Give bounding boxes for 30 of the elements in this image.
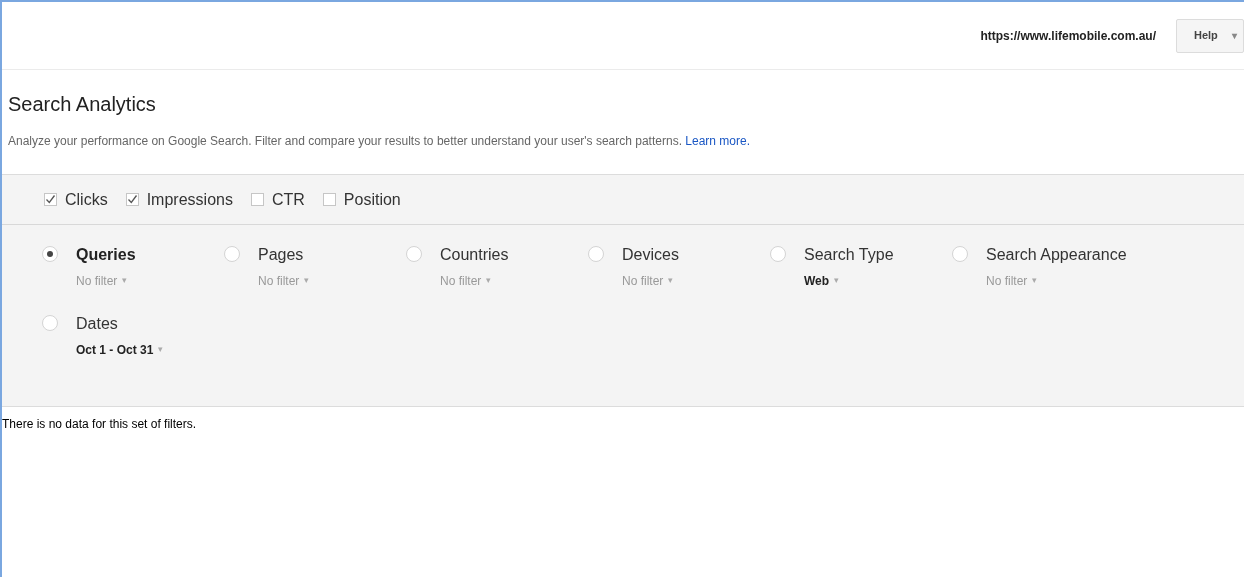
empty-message: There is no data for this set of filters. [2,416,198,433]
grouping-label[interactable]: Pages [258,243,310,267]
site-url: https://www.lifemobile.com.au/ [980,27,1156,45]
radio-button[interactable] [770,246,786,262]
checkbox[interactable] [322,193,336,206]
radio-button[interactable] [406,246,422,262]
radio-button[interactable] [42,246,58,262]
help-button[interactable]: Help ▾ [1176,18,1244,53]
checkbox-label[interactable]: Position [343,187,401,212]
checkbox[interactable] [44,193,57,206]
radio-button[interactable] [42,315,58,331]
grouping-label[interactable]: Queries [76,243,136,267]
checkbox[interactable] [250,193,264,206]
checkbox-label[interactable]: CTR [271,187,305,212]
checkbox-label[interactable]: Clicks [65,187,108,212]
filter-dropdown[interactable]: Oct 1 - Oct 31 ▾ [76,341,164,359]
page-title: Search Analytics [8,92,157,117]
checkbox[interactable] [125,193,139,206]
filter-dropdown[interactable]: Web ▾ [804,272,840,290]
radio-button[interactable] [952,246,968,262]
grouping-label[interactable]: Search Type [804,243,894,267]
checkbox-label[interactable]: Impressions [146,187,233,212]
learn-more-link[interactable]: Learn more. [685,134,750,148]
grouping-label[interactable]: Countries [440,243,509,267]
grouping-label[interactable]: Search Appearance [986,243,1127,267]
radio-button[interactable] [224,246,240,262]
radio-button[interactable] [588,246,604,262]
page-description: Analyze your performance on Google Search. Filter and compare your results to better understand your user's search patterns. Learn more. [8,133,751,150]
grouping-label[interactable]: Dates [76,312,164,336]
grouping-label[interactable]: Devices [622,243,679,267]
